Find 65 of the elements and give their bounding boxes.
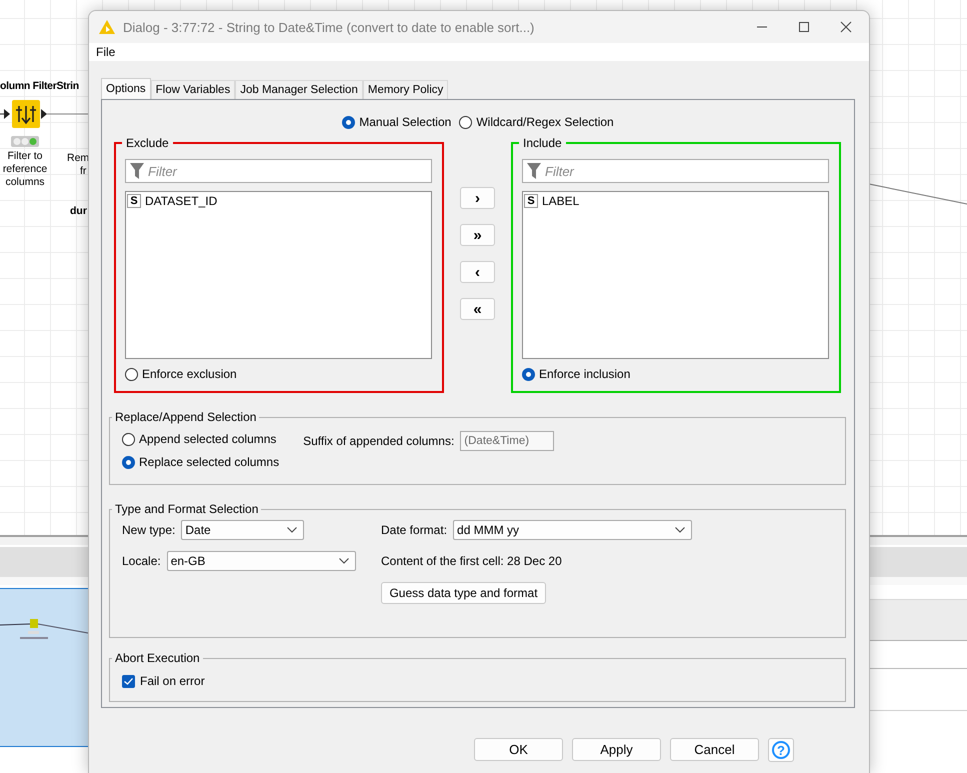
- filter-field[interactable]: Filter: [125, 159, 432, 183]
- column-item[interactable]: LABEL: [542, 194, 580, 208]
- checkbox-row[interactable]: Fail on error: [122, 674, 833, 688]
- type-badge: S: [127, 194, 141, 208]
- radio-label: Wildcard/Regex Selection: [476, 115, 614, 129]
- move-button[interactable]: «: [460, 298, 495, 320]
- node-label: dur: [70, 205, 87, 217]
- radio-button[interactable]: [122, 432, 135, 446]
- field-label: New type:: [122, 523, 176, 537]
- list-title: Exclude: [125, 136, 170, 150]
- field-label: Locale:: [122, 554, 161, 568]
- status-lights-icon: [11, 136, 39, 147]
- dropdown[interactable]: en-GB: [166, 551, 356, 571]
- dropdown[interactable]: Date: [181, 520, 304, 540]
- radio-label: Enforce exclusion: [142, 367, 237, 381]
- menu-item[interactable]: File: [96, 45, 116, 59]
- node-title: olumn FilterStrin: [0, 80, 79, 92]
- group-title: Abort Execution: [114, 651, 201, 665]
- filter-icon: [527, 163, 541, 179]
- group-title: Replace/Append Selection: [114, 410, 258, 424]
- field-label: Date format:: [381, 523, 448, 537]
- dropdown-value: dd MMM yy: [457, 523, 520, 537]
- close-icon[interactable]: [840, 21, 852, 33]
- node-label: Filter to reference columns: [2, 150, 48, 189]
- tab[interactable]: Memory Policy: [362, 80, 448, 99]
- chevron-down-icon: [338, 558, 349, 564]
- dialog-button[interactable]: Cancel: [670, 738, 759, 761]
- checkbox-label: Fail on error: [140, 674, 205, 688]
- radio-button[interactable]: [342, 116, 356, 128]
- move-button[interactable]: ‹: [460, 261, 495, 283]
- dialog-button[interactable]: Apply: [572, 738, 661, 761]
- radio-label: Replace selected columns: [139, 455, 280, 469]
- list-title: Include: [522, 136, 563, 150]
- radio-label: Append selected columns: [139, 432, 276, 446]
- window-title: Dialog - 3:77:72 - String to Date&Time (convert to date to enable sort...): [123, 20, 536, 34]
- info-text: Content of the first cell: 28 Dec 20: [381, 554, 562, 568]
- column-item[interactable]: DATASET_ID: [145, 194, 218, 208]
- type-badge: S: [524, 194, 538, 208]
- radio-button[interactable]: [122, 456, 135, 468]
- tab[interactable]: Flow Variables: [150, 80, 236, 99]
- dropdown-value: en-GB: [170, 554, 206, 568]
- chevron-down-icon: [675, 527, 686, 533]
- filter-icon: [130, 163, 144, 179]
- tab[interactable]: Options: [101, 78, 151, 99]
- node-label: Rem: [67, 152, 90, 164]
- group-title: Type and Format Selection: [114, 502, 260, 516]
- dialog-button[interactable]: OK: [474, 738, 563, 761]
- dropdown-value: Date: [185, 523, 211, 537]
- radio-label: Manual Selection: [359, 115, 452, 129]
- maximize-icon[interactable]: [798, 21, 810, 33]
- guess-button[interactable]: Guess data type and format: [381, 582, 546, 604]
- checkbox[interactable]: [122, 674, 135, 688]
- app-logo-icon: [99, 20, 115, 34]
- move-button[interactable]: ›: [460, 187, 495, 209]
- node-label: fr: [80, 165, 86, 177]
- dropdown[interactable]: dd MMM yy: [453, 520, 692, 540]
- radio-button[interactable]: [459, 116, 472, 128]
- filter-field[interactable]: Filter: [522, 159, 829, 183]
- tab[interactable]: Job Manager Selection: [235, 80, 363, 99]
- radio-button[interactable]: [125, 368, 138, 380]
- move-button[interactable]: »: [460, 224, 495, 246]
- radio-button[interactable]: [522, 368, 535, 380]
- chevron-down-icon: [287, 527, 298, 533]
- radio-label: Enforce inclusion: [539, 367, 630, 381]
- field-label: Suffix of appended columns:: [303, 434, 454, 448]
